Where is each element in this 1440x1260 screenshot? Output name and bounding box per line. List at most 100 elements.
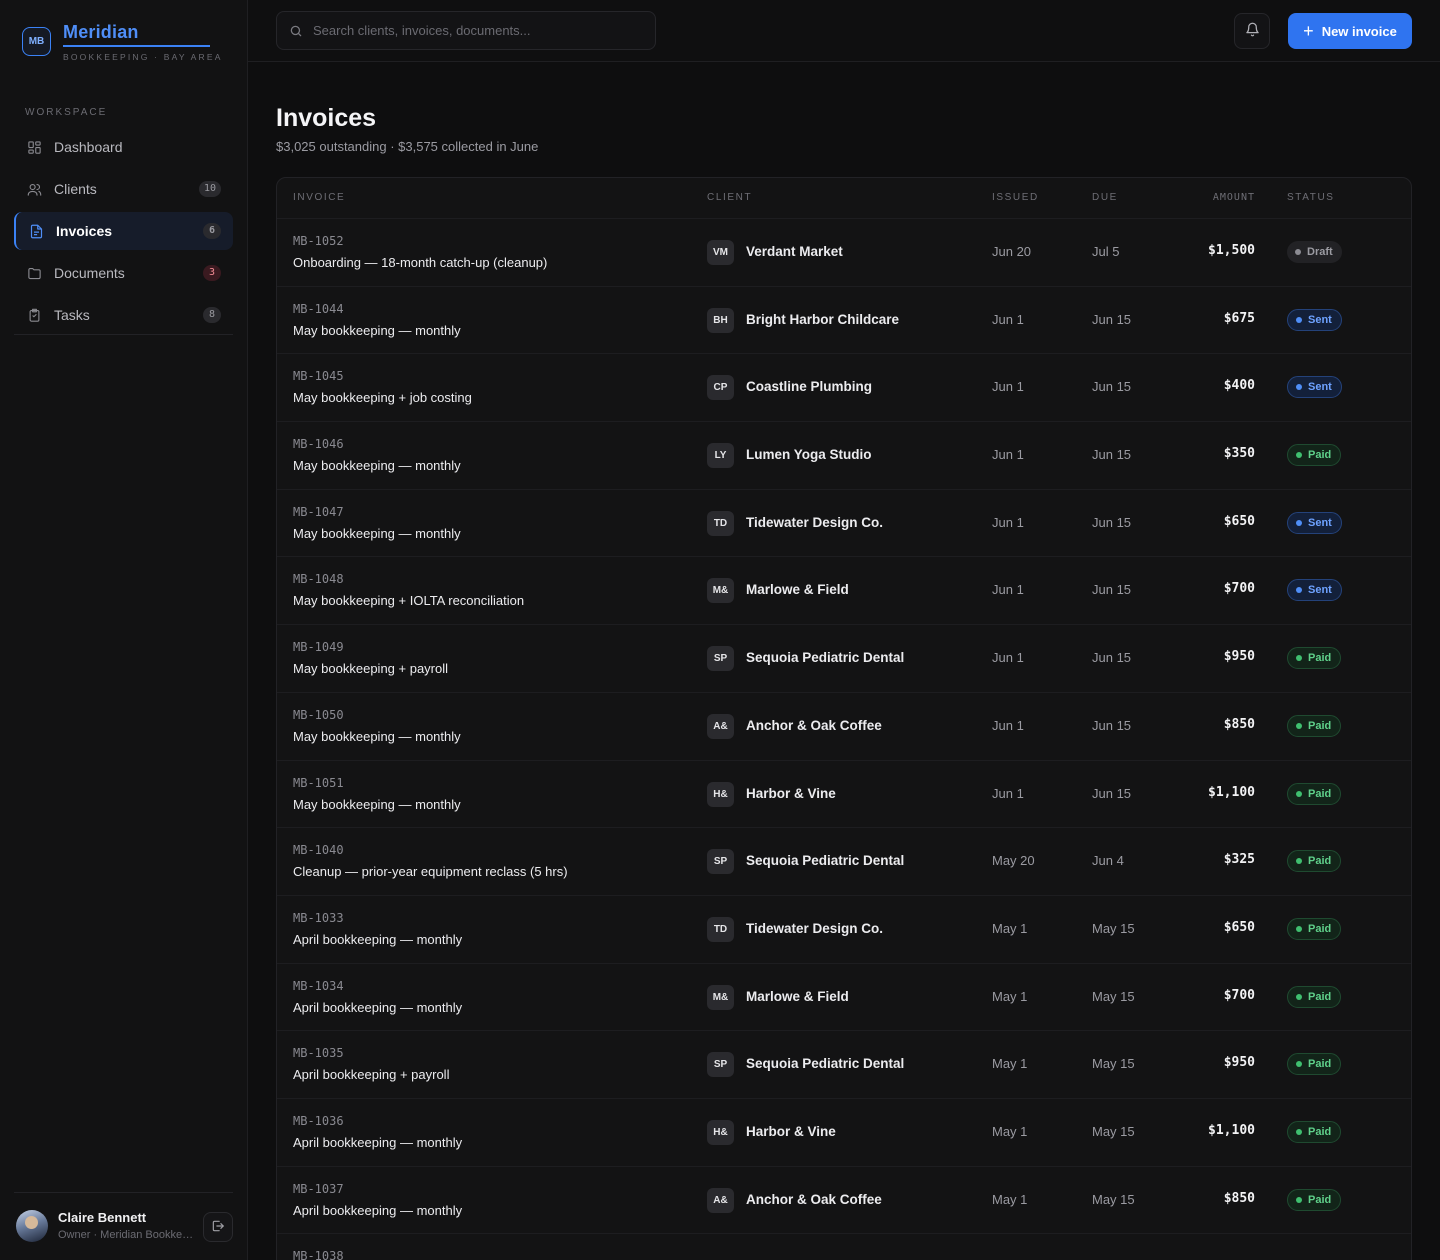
new-invoice-button[interactable]: + New invoice	[1288, 13, 1412, 49]
invoice-id[interactable]: MB-1047	[293, 505, 344, 519]
table-row[interactable]: MB-1040 Cleanup — prior-year equipment re…	[277, 827, 1411, 895]
due-date: May 15	[1092, 1123, 1135, 1139]
invoice-id[interactable]: MB-1048	[293, 572, 344, 586]
client-name[interactable]: Tidewater Design Co.	[746, 515, 883, 530]
sidebar-item-invoices[interactable]: Invoices 6	[14, 212, 233, 250]
client-name[interactable]: Tidewater Design Co.	[746, 921, 883, 936]
invoice-id[interactable]: MB-1051	[293, 776, 344, 790]
table-row[interactable]: MB-1051 May bookkeeping — monthly H& Harbor…	[277, 759, 1411, 828]
column-header-invoice[interactable]: INVOICE	[293, 192, 345, 203]
issued-date: Jun 1	[992, 785, 1024, 801]
invoice-description: April bookkeeping — monthly	[293, 931, 463, 947]
status-dot	[1296, 993, 1302, 1000]
invoice-id[interactable]: MB-1033	[293, 911, 344, 925]
avatar[interactable]	[16, 1210, 48, 1242]
invoice-id[interactable]: MB-1046	[293, 437, 344, 451]
invoice-id[interactable]: MB-1045	[293, 369, 344, 383]
client-name[interactable]: Anchor & Oak Coffee	[746, 1192, 882, 1207]
invoice-id[interactable]: MB-1050	[293, 708, 344, 722]
table-row[interactable]: MB-1034 April bookkeeping — monthly M& Marl…	[277, 962, 1411, 1031]
due-date: Jun 15	[1092, 514, 1132, 530]
issued-date: Jun 1	[992, 514, 1024, 530]
sidebar-item-label: Documents	[54, 265, 125, 281]
sidebar-item-label: Dashboard	[54, 139, 123, 155]
invoice-id[interactable]: MB-1049	[293, 640, 344, 654]
table-row[interactable]: MB-1052 Onboarding — 18-month catch-up (c…	[277, 218, 1411, 286]
column-header-issued[interactable]: ISSUED	[992, 192, 1039, 203]
invoice-id[interactable]: MB-1038	[293, 1249, 344, 1260]
page-subtitle: $3,025 outstanding · $3,575 collected in…	[276, 139, 539, 154]
status-label: Paid	[1308, 1125, 1332, 1138]
brand[interactable]: MB Meridian BOOKKEEPING · BAY AREA	[22, 22, 223, 62]
invoice-id[interactable]: MB-1037	[293, 1182, 344, 1196]
table-row[interactable]: MB-1050 May bookkeeping — monthly A& Anchor…	[277, 691, 1411, 760]
status-label: Sent	[1308, 516, 1332, 529]
invoice-description: May bookkeeping — monthly	[293, 322, 461, 338]
invoice-amount: $1,500	[1208, 243, 1255, 258]
invoice-description: May bookkeeping + payroll	[293, 661, 449, 677]
table-row[interactable]: MB-1046 May bookkeeping — monthly LY Lumen …	[277, 421, 1411, 489]
issued-date: Jun 1	[992, 582, 1024, 598]
client-name[interactable]: Sequoia Pediatric Dental	[746, 1056, 904, 1071]
table-row[interactable]: MB-1045 May bookkeeping + job costing CP Co…	[277, 353, 1411, 421]
invoice-id[interactable]: MB-1044	[293, 302, 344, 316]
sidebar-item-clients[interactable]: Clients 10	[14, 170, 233, 208]
table-row[interactable]: MB-1047 May bookkeeping — monthly TD Tidewa…	[277, 488, 1411, 557]
table-row[interactable]: MB-1037 April bookkeeping — monthly A& Anch…	[277, 1165, 1411, 1234]
table-row[interactable]: MB-1048 May bookkeeping + IOLTA reconcili…	[277, 556, 1411, 624]
client-name[interactable]: Verdant Market	[746, 244, 843, 259]
notifications-button[interactable]	[1234, 13, 1270, 49]
sidebar-item-count: 8	[203, 307, 221, 323]
client-name[interactable]: Harbor & Vine	[746, 1124, 836, 1139]
status-badge: Draft	[1287, 241, 1342, 263]
sidebar-item-tasks[interactable]: Tasks 8	[14, 296, 233, 334]
table-row[interactable]: MB-1038	[277, 1233, 1411, 1260]
client-avatar: SP	[707, 646, 734, 672]
status-dot	[1296, 587, 1302, 594]
client-name[interactable]: Coastline Plumbing	[746, 379, 872, 394]
column-header-due[interactable]: DUE	[1092, 192, 1118, 203]
sidebar-item-documents[interactable]: Documents 3	[14, 254, 233, 292]
column-header-status[interactable]: STATUS	[1287, 192, 1335, 203]
issued-date: Jun 1	[992, 311, 1024, 327]
new-invoice-label: New invoice	[1321, 23, 1397, 39]
table-header: INVOICE CLIENT ISSUED DUE AMOUNT STATUS	[277, 178, 1411, 218]
client-name[interactable]: Harbor & Vine	[746, 786, 836, 801]
invoice-id[interactable]: MB-1040	[293, 843, 344, 857]
table-row[interactable]: MB-1035 April bookkeeping + payroll SP Sequ…	[277, 1030, 1411, 1098]
search-box[interactable]	[276, 11, 656, 50]
sidebar-item-count: 10	[198, 181, 221, 197]
client-avatar: H&	[707, 781, 734, 807]
status-dot	[1296, 519, 1302, 526]
client-name[interactable]: Marlowe & Field	[746, 989, 849, 1004]
logout-button[interactable]	[203, 1212, 233, 1242]
invoices-table: INVOICE CLIENT ISSUED DUE AMOUNT STATUS …	[276, 177, 1412, 1260]
invoice-id[interactable]: MB-1035	[293, 1046, 344, 1060]
client-name[interactable]: Sequoia Pediatric Dental	[746, 853, 904, 868]
client-avatar: BH	[707, 307, 734, 333]
invoice-id[interactable]: MB-1052	[293, 234, 344, 248]
status-dot	[1296, 316, 1302, 323]
invoice-id[interactable]: MB-1036	[293, 1114, 344, 1128]
client-avatar: SP	[707, 1052, 734, 1078]
sidebar-item-dashboard[interactable]: Dashboard	[14, 128, 233, 166]
table-row[interactable]: MB-1044 May bookkeeping — monthly BH Bright…	[277, 285, 1411, 354]
due-date: Jun 15	[1092, 717, 1132, 733]
column-header-client[interactable]: CLIENT	[707, 192, 752, 203]
client-name[interactable]: Bright Harbor Childcare	[746, 312, 899, 327]
client-name[interactable]: Anchor & Oak Coffee	[746, 718, 882, 733]
invoice-amount: $650	[1223, 513, 1255, 529]
table-row[interactable]: MB-1049 May bookkeeping + payroll SP Sequoi…	[277, 624, 1411, 692]
issued-date: Jun 1	[992, 717, 1024, 733]
status-label: Sent	[1308, 584, 1332, 597]
client-name[interactable]: Marlowe & Field	[746, 582, 849, 597]
column-header-amount[interactable]: AMOUNT	[1213, 192, 1255, 203]
table-row[interactable]: MB-1033 April bookkeeping — monthly TD Tide…	[277, 894, 1411, 963]
sidebar-nav: Dashboard Clients 10 Invoices 6 Documents 3 Tas…	[14, 128, 233, 338]
table-row[interactable]: MB-1036 April bookkeeping — monthly H& Harb…	[277, 1097, 1411, 1166]
invoice-id[interactable]: MB-1034	[293, 979, 344, 993]
client-avatar: H&	[707, 1119, 734, 1145]
client-name[interactable]: Sequoia Pediatric Dental	[746, 650, 904, 665]
client-name[interactable]: Lumen Yoga Studio	[746, 447, 872, 462]
search-input[interactable]	[313, 23, 633, 38]
